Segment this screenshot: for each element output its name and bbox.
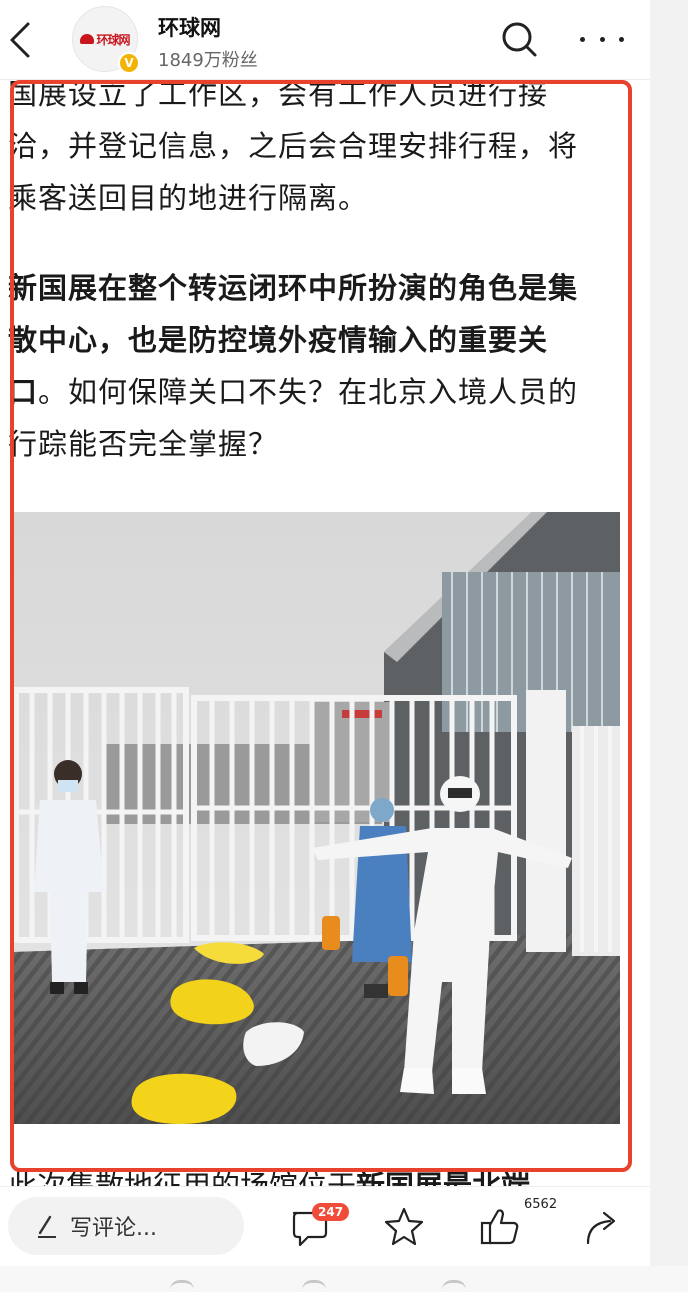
bold-text-line: 新国展在整个转运闭环中所扮演的角色是集 [8, 271, 579, 305]
pen-icon [38, 1215, 56, 1238]
dot-icon [599, 36, 605, 42]
text-line: 洽，并登记信息，之后会合理安排行程，将 [8, 129, 579, 163]
like-button[interactable] [478, 1205, 522, 1249]
text-line: 口。如何保障关口不失？在北京入境人员的 [8, 366, 622, 418]
nav-home-icon[interactable] [302, 1280, 326, 1290]
like-count: 6562 [524, 1197, 558, 1212]
verified-badge-icon: V [118, 52, 140, 74]
share-button[interactable] [580, 1205, 624, 1249]
nav-back-icon[interactable] [170, 1280, 194, 1290]
top-header: 环球网 V 环球网 1849万粉丝 [0, 0, 650, 80]
article-photo[interactable] [12, 512, 620, 1124]
thumbs-up-icon [480, 1209, 519, 1245]
favorite-button[interactable] [382, 1205, 426, 1249]
text-line: 行踪能否完全掌握？ [8, 427, 279, 461]
chevron-left-icon [10, 22, 30, 58]
back-button[interactable] [6, 20, 36, 60]
photo-image [12, 512, 620, 1124]
text-fragment: 。如何保障关口不失？在北京入境人员的 [38, 375, 579, 409]
follower-count: 1849万粉丝 [158, 50, 258, 71]
comment-count-badge: 247 [312, 1203, 350, 1221]
bold-text-line: 散中心，也是防控境外疫情输入的重要关 [8, 323, 549, 357]
article-page: 环球网 V 环球网 1849万粉丝 国展设立了工作区，会有工作人员进行接 洽，并… [0, 0, 650, 1292]
account-name[interactable]: 环球网 [158, 12, 221, 42]
comment-input[interactable]: 写评论... [8, 1197, 244, 1255]
nav-recents-icon[interactable] [442, 1280, 466, 1290]
account-avatar[interactable]: 环球网 V [72, 6, 140, 74]
paragraph-2: 新国展在整个转运闭环中所扮演的角色是集 散中心，也是防控境外疫情输入的重要关 口… [8, 262, 622, 470]
comment-placeholder: 写评论... [70, 1216, 157, 1241]
brand-logo: 环球网 [80, 31, 131, 48]
dot-icon [619, 36, 624, 42]
search-button[interactable] [500, 20, 538, 58]
bold-fragment: 口 [8, 375, 39, 409]
side-gutter [650, 0, 688, 1292]
bottom-action-bar: 写评论... 247 6562 [0, 1186, 650, 1266]
paragraph-1: 国展设立了工作区，会有工作人员进行接 洽，并登记信息，之后会合理安排行程，将 乘… [8, 68, 622, 224]
search-icon [502, 22, 537, 57]
dot-icon [580, 36, 585, 42]
text-line: 乘客送回目的地进行隔离。 [8, 181, 369, 215]
star-icon [384, 1207, 424, 1246]
more-options-button[interactable] [580, 22, 624, 56]
comments-button[interactable]: 247 [288, 1203, 350, 1249]
system-nav-bar [0, 1266, 688, 1292]
share-arrow-icon [586, 1211, 616, 1245]
